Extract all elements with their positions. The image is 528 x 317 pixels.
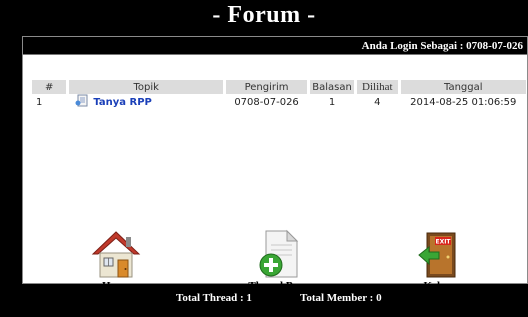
new-document-icon: [234, 229, 324, 279]
row-replies: 1: [328, 96, 336, 108]
row-views: 4: [374, 96, 381, 108]
logout-button[interactable]: EXIT Keluar: [395, 229, 485, 292]
thread-table: # Topik Pengirim Balasan Dilihat Tanggal…: [29, 80, 528, 110]
footer-stats: Total Thread : 1 Total Member : 0: [22, 290, 528, 306]
row-topic[interactable]: Tanya RPP: [69, 94, 223, 110]
login-bar: Anda Login Sebagai : 0708-07-026: [23, 37, 527, 55]
thread-link[interactable]: Tanya RPP: [93, 97, 152, 108]
column-header-date: Tanggal: [400, 80, 526, 94]
forum-panel: Anda Login Sebagai : 0708-07-026 # Topik…: [22, 36, 528, 292]
table-header-row: # Topik Pengirim Balasan Dilihat Tanggal: [32, 80, 526, 94]
total-thread: Total Thread : 1: [176, 292, 252, 304]
table-row: 1 Tanya RPP 0708-07-026 1 4 2014-08-25 0…: [32, 94, 526, 110]
row-sender: 0708-07-026: [234, 96, 299, 108]
row-number: 1: [36, 96, 43, 108]
column-header-replies: Balasan: [310, 80, 355, 94]
svg-text:EXIT: EXIT: [435, 239, 451, 246]
login-status: Anda Login Sebagai : 0708-07-026: [361, 40, 523, 52]
column-header-sender: Pengirim: [226, 80, 308, 94]
thread-document-icon: [75, 94, 89, 110]
page-title: - Forum -: [212, 2, 316, 28]
column-header-topic: Topik: [69, 80, 224, 94]
home-button[interactable]: Home: [71, 229, 161, 292]
total-member: Total Member : 0: [300, 292, 382, 304]
row-date: 2014-08-25 01:06:59: [410, 96, 517, 108]
new-thread-button[interactable]: Thread Baru: [234, 229, 324, 292]
column-header-number: #: [32, 80, 67, 94]
house-icon: [71, 229, 161, 279]
exit-door-icon: EXIT: [395, 229, 485, 279]
column-header-views: Dilihat: [357, 80, 398, 94]
